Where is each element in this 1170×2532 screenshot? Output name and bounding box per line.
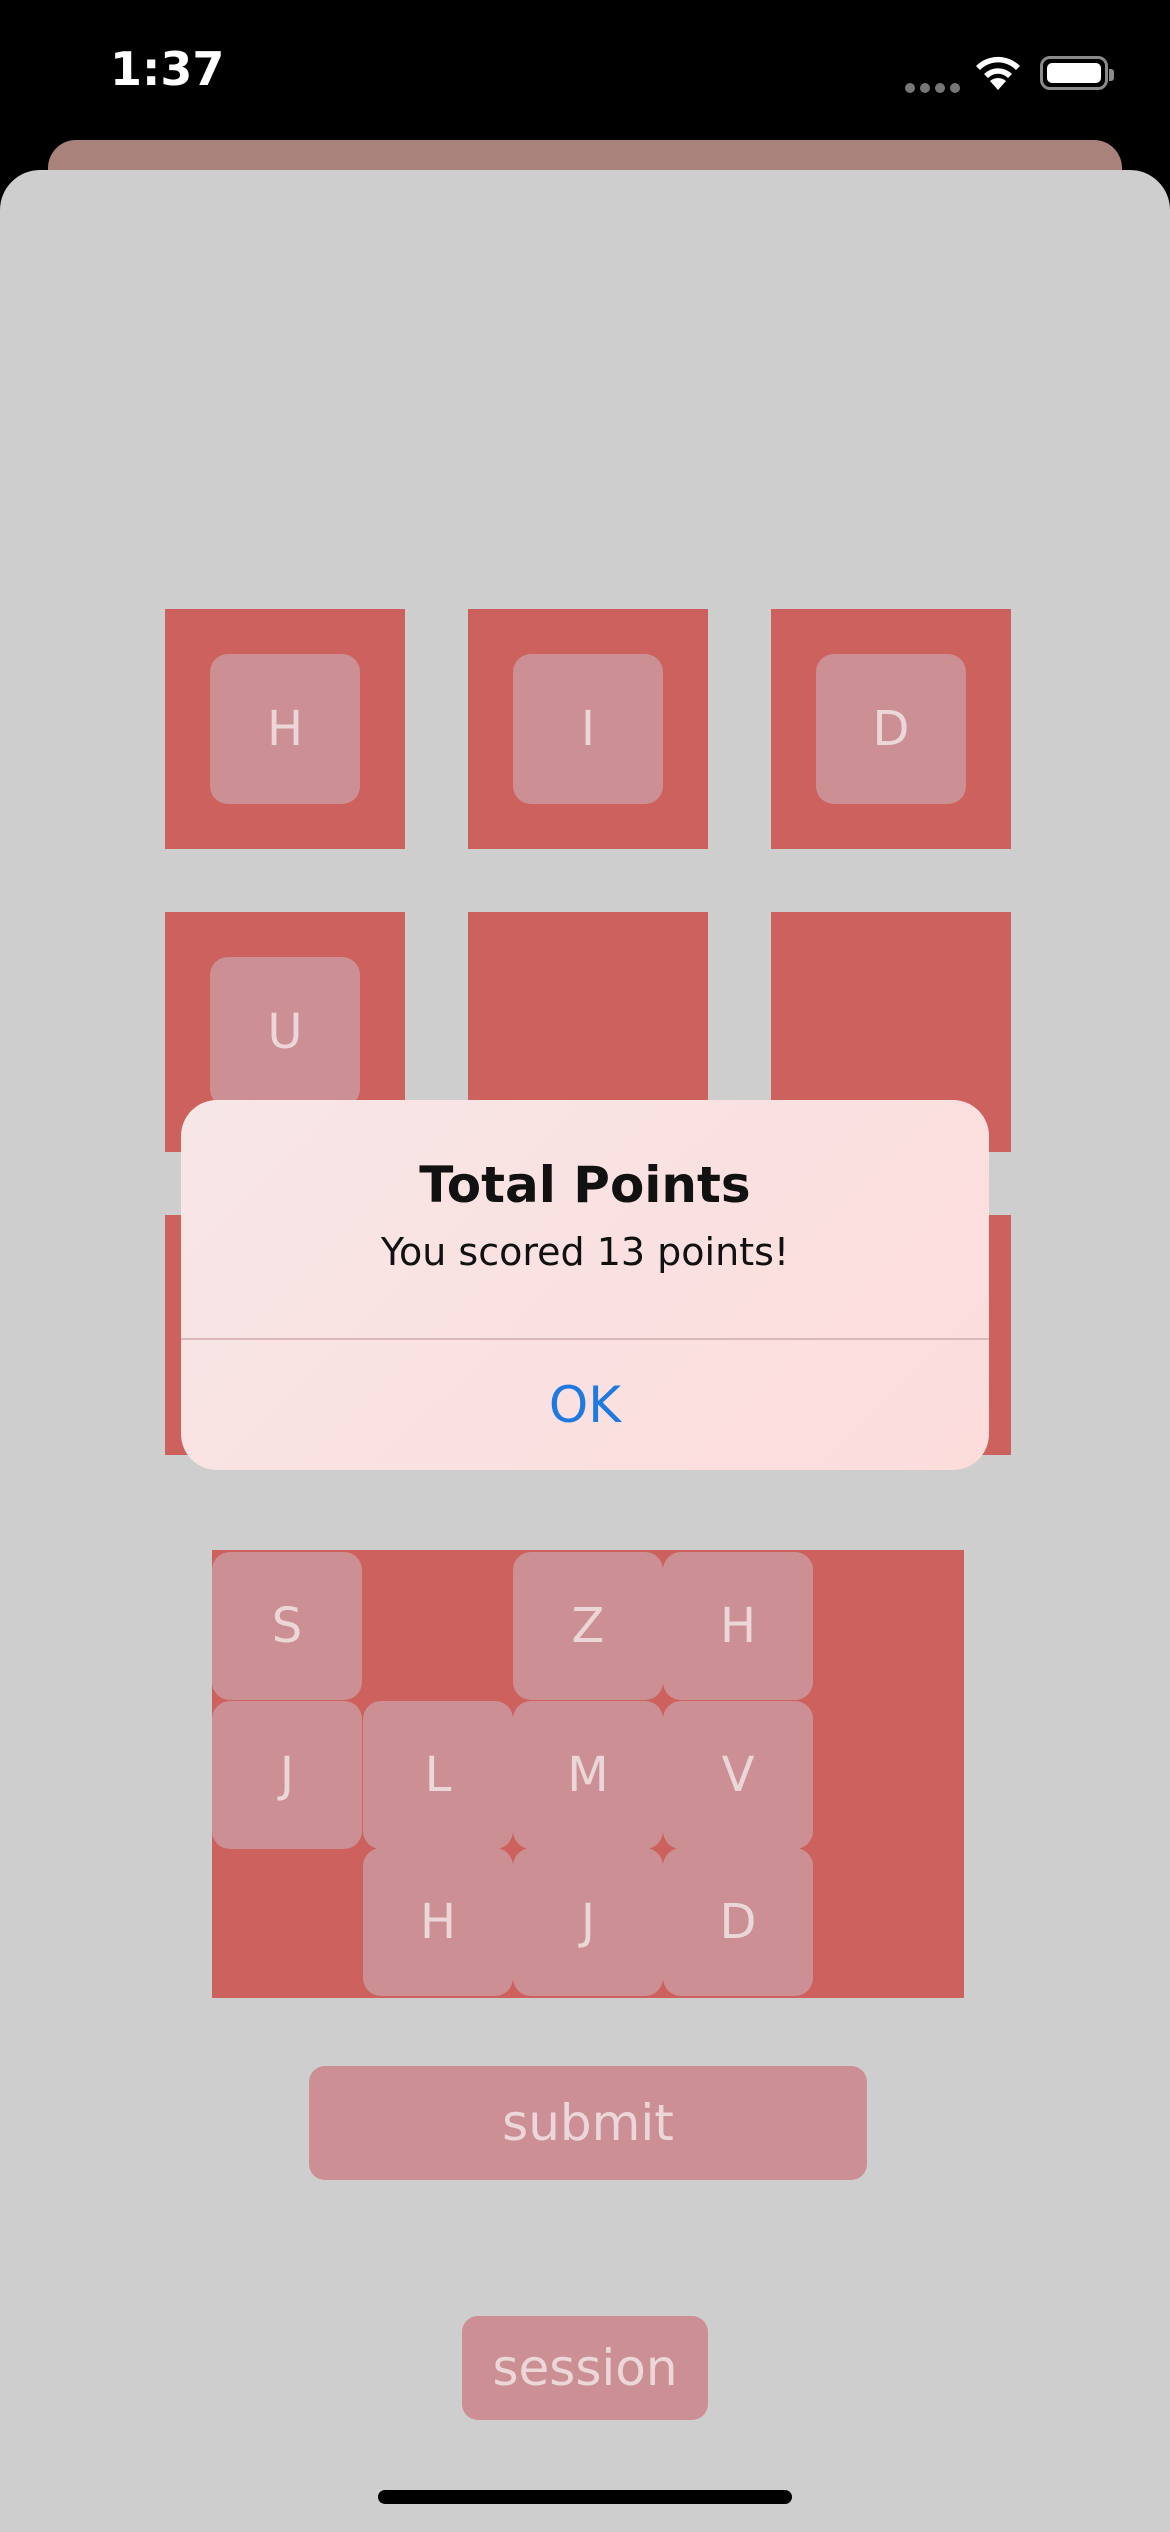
rack-tile[interactable]: L [363,1701,513,1849]
cellular-signal-icon [905,78,965,97]
submit-button[interactable]: submit [309,2066,867,2180]
rack-tile[interactable]: Z [513,1552,663,1700]
rack-tile[interactable]: J [513,1848,663,1996]
board-tile[interactable]: U [210,957,360,1107]
rack-tile[interactable]: M [513,1701,663,1849]
session-button[interactable]: session [462,2316,708,2420]
rack-tile[interactable]: V [663,1701,813,1849]
alert-title: Total Points [419,1156,751,1214]
board-tile[interactable]: D [816,654,966,804]
board-tile[interactable]: I [513,654,663,804]
rack-tile[interactable]: H [363,1848,513,1996]
home-indicator[interactable] [378,2490,792,2504]
ok-button[interactable]: OK [181,1340,989,1470]
rack-tile[interactable]: H [663,1552,813,1700]
rack-tile[interactable]: S [212,1552,362,1700]
alert-message: You scored 13 points! [380,1230,790,1274]
rack-tile[interactable]: D [663,1848,813,1996]
status-time: 1:37 [110,42,225,96]
total-points-alert: Total Points You scored 13 points! OK [181,1100,989,1470]
board-tile[interactable]: H [210,654,360,804]
status-bar: 1:37 [0,0,1170,150]
battery-icon [1040,56,1114,90]
wifi-icon [976,56,1020,90]
rack-tile[interactable]: J [212,1701,362,1849]
